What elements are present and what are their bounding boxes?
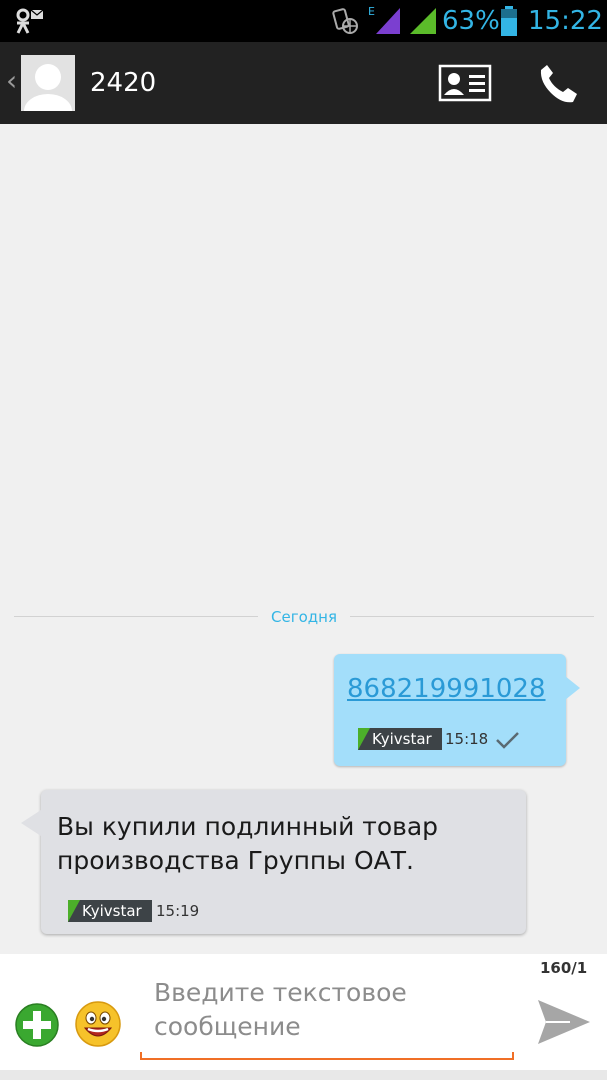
odnoklassniki-notification-icon: [16, 8, 44, 34]
contact-name: 2420: [90, 68, 157, 98]
conversation-header: ‹ 2420: [0, 42, 607, 124]
avatar-placeholder-icon: [21, 55, 75, 111]
message-list[interactable]: Сегодня 868219991028 Kyivstar 15:18 Вы к…: [0, 124, 607, 954]
network-type-label: E: [368, 5, 375, 18]
incoming-message-bubble[interactable]: Вы купили подлинный товар производства Г…: [21, 790, 526, 934]
emoji-icon[interactable]: [74, 1000, 122, 1048]
battery-percent: 63%: [442, 6, 500, 36]
message-text: Вы купили подлинный товар производства Г…: [57, 812, 439, 875]
attach-plus-icon[interactable]: [14, 1002, 60, 1048]
bottom-strip: [0, 1070, 607, 1080]
message-time: 15:18: [445, 730, 489, 748]
bubble-tail: [565, 676, 580, 700]
compose-bar: 160/1: [0, 954, 607, 1070]
status-bar: E 63% 15:22: [0, 0, 607, 42]
signal-sim1-icon: E: [368, 5, 400, 34]
kyivstar-flag-icon: [358, 728, 370, 750]
send-icon[interactable]: [536, 996, 592, 1048]
char-counter: 160/1: [540, 959, 588, 977]
status-clock: 15:22: [528, 6, 603, 36]
sim-badge: Kyivstar: [68, 900, 152, 922]
date-divider: Сегодня: [14, 604, 594, 630]
message-number-link[interactable]: 868219991028: [347, 672, 546, 706]
battery-icon: [501, 6, 517, 36]
sim-badge: Kyivstar: [358, 728, 442, 750]
signal-sim2-icon: [410, 8, 436, 34]
phone-icon[interactable]: [534, 60, 582, 108]
date-label: Сегодня: [271, 608, 337, 626]
sim-label: Kyivstar: [372, 730, 432, 748]
dual-sim-icon: [332, 8, 358, 34]
divider-line: [350, 616, 594, 617]
message-time: 15:19: [156, 902, 200, 920]
contact-avatar[interactable]: [21, 55, 75, 111]
input-underline: [140, 1052, 514, 1060]
outgoing-message-bubble[interactable]: 868219991028 Kyivstar 15:18: [334, 654, 580, 766]
bubble-tail: [21, 810, 41, 836]
delivered-check-icon: [496, 732, 519, 749]
contact-card-icon[interactable]: [438, 62, 492, 104]
kyivstar-flag-icon: [68, 900, 80, 922]
back-chevron-icon[interactable]: ‹: [6, 66, 17, 96]
divider-line: [14, 616, 258, 617]
sim-label: Kyivstar: [82, 902, 142, 920]
message-input[interactable]: [140, 974, 514, 1054]
